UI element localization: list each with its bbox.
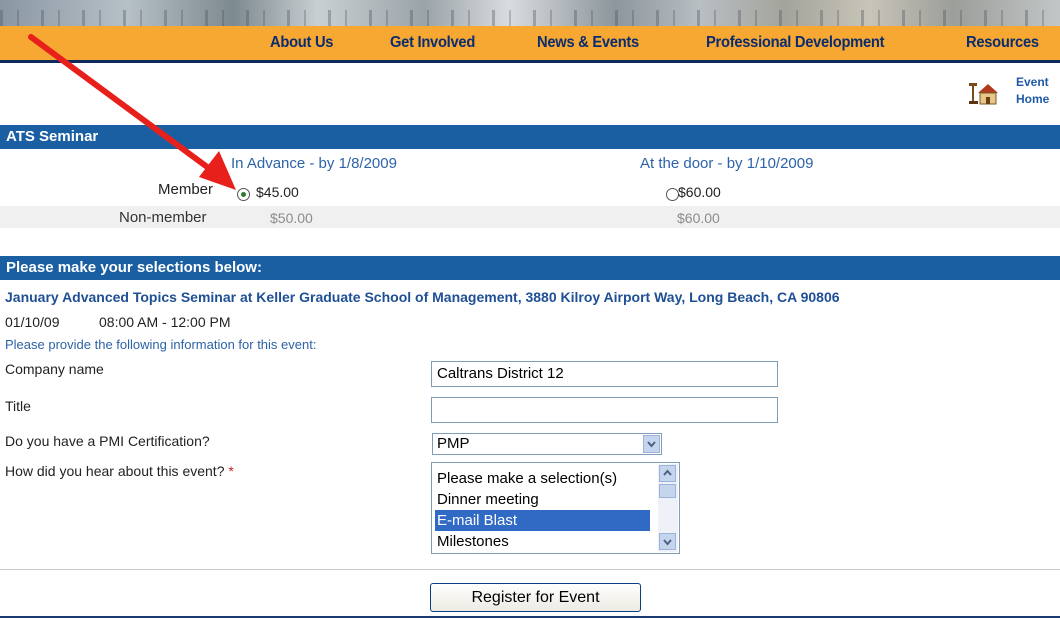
nonmember-advance-price: $50.00: [270, 210, 313, 226]
member-label: Member: [158, 181, 214, 198]
event-home-link[interactable]: Event Home: [1016, 74, 1049, 108]
scroll-down-icon[interactable]: [659, 533, 676, 550]
main-nav: About Us Get Involved News & Events Prof…: [0, 26, 1060, 60]
listbox-scrollbar[interactable]: [658, 464, 678, 552]
list-item[interactable]: Milestones: [435, 531, 650, 552]
pmi-selected-value: PMP: [437, 435, 470, 452]
company-input[interactable]: Caltrans District 12: [431, 361, 778, 387]
door-column-header: At the door - by 1/10/2009: [640, 155, 814, 172]
corner-link-line2: Home: [1016, 92, 1050, 106]
member-door-price: $60.00: [678, 184, 721, 200]
seminar-header: ATS Seminar: [0, 125, 1060, 149]
event-home-icon[interactable]: [968, 79, 998, 105]
company-label: Company name: [5, 361, 104, 377]
advance-column-header: In Advance - by 1/8/2009: [231, 155, 397, 172]
corner-link-line1: Event: [1016, 75, 1049, 89]
list-item[interactable]: Dinner meeting: [435, 489, 650, 510]
hear-label: How did you hear about this event? *: [5, 463, 234, 479]
nav-news-events[interactable]: News & Events: [537, 34, 639, 52]
member-advance-radio[interactable]: [237, 187, 250, 201]
nav-divider: [0, 60, 1060, 63]
event-time: 08:00 AM - 12:00 PM: [99, 314, 231, 330]
required-mark: *: [228, 463, 234, 479]
pmi-select[interactable]: PMP: [432, 433, 662, 455]
nav-get-involved[interactable]: Get Involved: [390, 34, 475, 52]
info-prompt: Please provide the following information…: [5, 337, 317, 352]
title-input[interactable]: [431, 397, 778, 423]
scroll-thumb[interactable]: [659, 484, 676, 498]
selections-header: Please make your selections below:: [0, 256, 1060, 280]
list-item[interactable]: Please make a selection(s): [435, 468, 650, 489]
nonmember-label: Non-member: [119, 209, 207, 226]
hear-listbox[interactable]: Please make a selection(s) Dinner meetin…: [431, 462, 680, 554]
hear-label-text: How did you hear about this event?: [5, 463, 225, 479]
chevron-down-icon[interactable]: [643, 435, 660, 453]
event-date: 01/10/09: [5, 314, 60, 330]
nav-resources[interactable]: Resources: [966, 34, 1039, 52]
event-title: January Advanced Topics Seminar at Kelle…: [5, 289, 840, 305]
nav-professional-development[interactable]: Professional Development: [706, 34, 885, 52]
member-advance-price: $45.00: [256, 184, 299, 200]
header-photo-banner: [0, 0, 1060, 26]
pmi-label: Do you have a PMI Certification?: [5, 433, 210, 449]
member-door-radio[interactable]: [665, 187, 679, 201]
nav-about-us[interactable]: About Us: [270, 34, 333, 52]
list-item-selected[interactable]: E-mail Blast: [435, 510, 650, 531]
title-label: Title: [5, 398, 31, 414]
nonmember-door-price: $60.00: [677, 210, 720, 226]
scroll-up-icon[interactable]: [659, 465, 676, 482]
form-divider: [0, 569, 1060, 570]
register-button[interactable]: Register for Event: [430, 583, 641, 612]
